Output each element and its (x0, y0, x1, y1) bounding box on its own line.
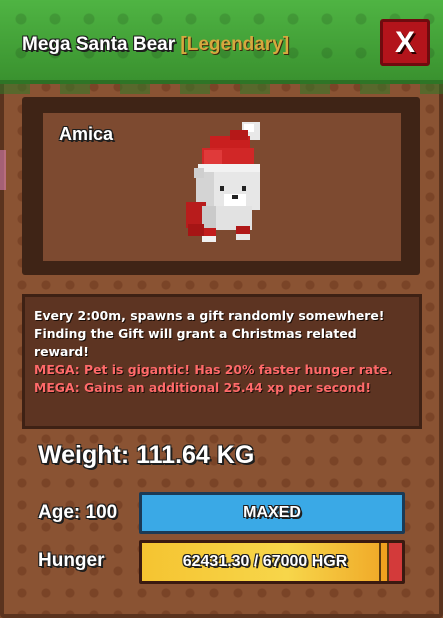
hunger-label: Hunger (38, 550, 105, 571)
pet-nickname: Amica (59, 124, 114, 144)
description-line: Finding the Gift will grant a Christmas … (34, 326, 357, 341)
age-bar-text: MAXED (243, 504, 301, 521)
santa-bear-pet-image (186, 122, 260, 242)
age-label: Age: 100 (38, 502, 118, 523)
pet-description-box: Every 2:00m, spawns a gift randomly some… (22, 294, 422, 429)
side-decoration (0, 150, 6, 190)
pet-weight: Weight: 111.64 KG (38, 441, 255, 469)
mega-bonus-line: MEGA: Gains an additional 25.44 xp per s… (34, 380, 371, 395)
mega-bonus-line: MEGA: Pet is gigantic! Has 20% faster hu… (34, 362, 393, 377)
close-icon[interactable]: X (395, 27, 415, 58)
pet-title: Mega Santa Bear [Legendary] (22, 34, 289, 56)
description-line: Every 2:00m, spawns a gift randomly some… (34, 308, 385, 323)
pet-species-name: Mega Santa Bear (22, 34, 176, 55)
rarity-label: [Legendary] (180, 34, 290, 55)
close-button[interactable]: X (380, 19, 430, 66)
description-line: reward! (34, 344, 89, 359)
age-progress-bar: MAXED (139, 492, 405, 534)
hunger-progress-bar: 62431.30 / 67000 HGR (139, 540, 405, 584)
hunger-bar-text: 62431.30 / 67000 HGR (182, 553, 348, 570)
